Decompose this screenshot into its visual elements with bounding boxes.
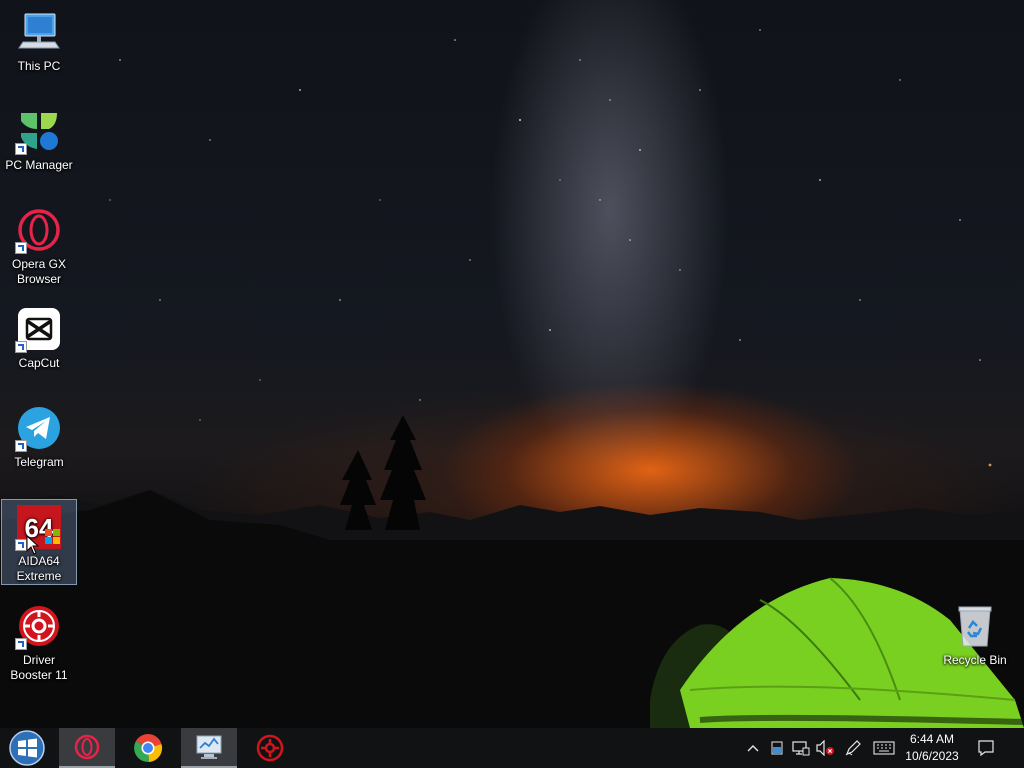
opera-gx-icon bbox=[74, 734, 100, 760]
chevron-up-icon bbox=[747, 745, 759, 752]
desktop-icon-telegram[interactable]: Telegram bbox=[1, 400, 77, 471]
windows-start-icon bbox=[9, 730, 45, 766]
driver-booster-icon bbox=[15, 602, 63, 650]
desktop-icon-label: Recycle Bin bbox=[943, 653, 1007, 667]
desktop-icon-label: AIDA64 Extreme bbox=[16, 554, 62, 583]
shortcut-arrow-icon bbox=[15, 440, 27, 452]
capcut-icon bbox=[15, 305, 63, 353]
start-button[interactable] bbox=[0, 728, 54, 768]
pc-manager-icon bbox=[15, 107, 63, 155]
taskbar-app-driver-booster[interactable] bbox=[242, 728, 298, 768]
tray-keyboard[interactable] bbox=[870, 728, 898, 768]
shortcut-arrow-icon bbox=[15, 638, 27, 650]
tray-network[interactable] bbox=[789, 728, 813, 768]
pen-icon bbox=[845, 740, 861, 756]
telegram-icon bbox=[15, 404, 63, 452]
desktop-icon-driver-booster[interactable]: Driver Booster 11 bbox=[1, 598, 77, 684]
taskbar-clock[interactable]: 6:44 AM 10/6/2023 bbox=[896, 728, 968, 768]
shortcut-arrow-icon bbox=[15, 143, 27, 155]
taskbar-app-chrome[interactable] bbox=[120, 728, 176, 768]
this-pc-icon bbox=[15, 8, 63, 56]
mouse-cursor-icon bbox=[26, 535, 40, 555]
shortcut-arrow-icon bbox=[15, 242, 27, 254]
keyboard-icon bbox=[873, 741, 895, 755]
desktop-icon-capcut[interactable]: CapCut bbox=[1, 301, 77, 372]
trees bbox=[340, 415, 426, 530]
storage-icon bbox=[771, 741, 783, 755]
desktop-icon-opera-gx[interactable]: Opera GX Browser bbox=[1, 202, 77, 288]
tray-volume[interactable] bbox=[813, 728, 837, 768]
chrome-icon bbox=[134, 734, 163, 763]
desktop-icon-label: Driver Booster 11 bbox=[10, 653, 68, 682]
desktop-icon-label: CapCut bbox=[18, 356, 60, 370]
action-center-button[interactable] bbox=[972, 728, 1000, 768]
taskbar-app-opera-gx[interactable] bbox=[59, 728, 115, 768]
volume-muted-icon bbox=[816, 740, 834, 756]
desktop-icon-pc-manager[interactable]: PC Manager bbox=[1, 103, 77, 174]
desktop-icon-this-pc[interactable]: This PC bbox=[1, 4, 77, 75]
desktop-icon-label: Telegram bbox=[14, 455, 64, 469]
shortcut-arrow-icon bbox=[15, 341, 27, 353]
clock-time: 6:44 AM bbox=[909, 732, 955, 746]
wallpaper-scene bbox=[0, 29, 1024, 728]
recycle-bin-icon bbox=[951, 602, 999, 650]
clock-date: 10/6/2023 bbox=[905, 749, 959, 763]
monitor-app-icon bbox=[196, 735, 222, 759]
taskbar: 6:44 AM 10/6/2023 bbox=[0, 728, 1024, 768]
desktop-icon-label: This PC bbox=[17, 59, 61, 73]
taskbar-app-monitor[interactable] bbox=[181, 728, 237, 768]
desktop-wallpaper bbox=[0, 0, 1024, 728]
desktop-icon-label: Opera GX Browser bbox=[11, 257, 67, 286]
tray-overflow-button[interactable] bbox=[742, 728, 764, 768]
network-icon bbox=[792, 741, 810, 756]
stars bbox=[109, 29, 992, 467]
desktop-icon-recycle-bin[interactable]: Recycle Bin bbox=[937, 598, 1013, 669]
notification-icon bbox=[978, 740, 994, 757]
desktop-icon-label: PC Manager bbox=[5, 158, 73, 172]
driver-booster-icon bbox=[256, 734, 284, 762]
opera-gx-icon bbox=[15, 206, 63, 254]
tray-storage[interactable] bbox=[766, 728, 788, 768]
tray-pen[interactable] bbox=[842, 728, 864, 768]
